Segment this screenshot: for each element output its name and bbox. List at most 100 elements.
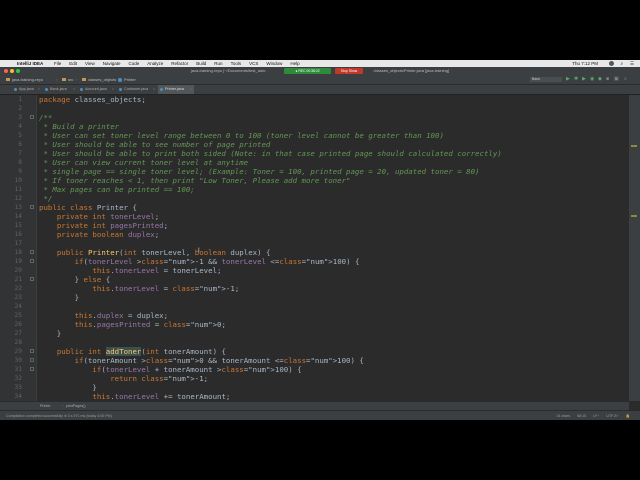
menubar-clock[interactable]: Thu 7:12 PM [572, 60, 598, 67]
code-text[interactable]: public class Printer { [39, 203, 137, 212]
code-line[interactable]: 28 [0, 338, 629, 347]
warning-marker[interactable] [631, 145, 637, 147]
code-line[interactable]: 31 if(tonerLevel + tonerAmount >class="n… [0, 365, 629, 374]
code-line[interactable]: 3 /** [0, 113, 629, 122]
line-number[interactable]: 22 [0, 284, 22, 293]
line-number[interactable]: 1 [0, 95, 22, 104]
code-text[interactable]: if(tonerLevel + tonerAmount >class="num"… [39, 365, 301, 374]
code-text[interactable]: this.duplex = duplex; [39, 311, 168, 320]
line-number[interactable]: 21 [0, 275, 22, 284]
fold-icon[interactable] [30, 367, 34, 371]
code-line[interactable]: 6 * User should be able to see number of… [0, 140, 629, 149]
code-line[interactable]: 26 this.pagesPrinted = class="num">0; [0, 320, 629, 329]
line-number[interactable]: 16 [0, 230, 22, 239]
code-line[interactable]: 11 * Max pages can be printed == 100; [0, 185, 629, 194]
line-number[interactable]: 11 [0, 185, 22, 194]
code-text[interactable]: * User can view current toner level at a… [39, 158, 248, 167]
code-line[interactable]: 2 [0, 104, 629, 113]
line-number[interactable]: 7 [0, 149, 22, 158]
code-text[interactable]: private int pagesPrinted; [39, 221, 168, 230]
code-line[interactable]: 15 private int pagesPrinted; [0, 221, 629, 230]
code-line[interactable]: 29 public int addToner(int tonerAmount) … [0, 347, 629, 356]
menu-window[interactable]: Window [266, 61, 282, 66]
nav-src[interactable]: src [62, 75, 73, 84]
spotlight-search-icon[interactable]: ⌕ [620, 60, 623, 67]
line-number[interactable]: 28 [0, 338, 22, 347]
error-stripe[interactable] [628, 95, 640, 401]
menu-tools[interactable]: Tools [231, 61, 242, 66]
lock-icon[interactable]: 🔓 [626, 414, 630, 418]
close-tab-icon[interactable]: × [112, 85, 114, 94]
search-everywhere-icon[interactable]: ⌕ [624, 77, 627, 82]
line-number[interactable]: 14 [0, 212, 22, 221]
line-number[interactable]: 32 [0, 374, 22, 383]
fold-icon[interactable] [30, 115, 34, 119]
code-line[interactable]: 25 this.duplex = duplex; [0, 311, 629, 320]
line-number[interactable]: 8 [0, 158, 22, 167]
nav-file[interactable]: Printer [118, 75, 136, 84]
menu-code[interactable]: Code [128, 61, 139, 66]
line-number[interactable]: 34 [0, 392, 22, 401]
file-encoding[interactable]: UTF-8÷ [606, 414, 618, 418]
line-number[interactable]: 10 [0, 176, 22, 185]
line-number[interactable]: 15 [0, 221, 22, 230]
stop-icon[interactable]: ■ [606, 77, 609, 82]
code-text[interactable]: * If toner reaches < 1, then print "Low … [39, 176, 350, 185]
debug-icon[interactable]: ✱ [574, 77, 578, 82]
code-text[interactable]: } [39, 293, 79, 302]
code-text[interactable]: this.tonerLevel = tonerLevel; [39, 266, 221, 275]
close-tab-icon[interactable]: × [153, 85, 155, 94]
code-line[interactable]: 5 * User can set toner level range betwe… [0, 131, 629, 140]
fold-icon[interactable] [30, 205, 34, 209]
code-line[interactable]: 9 * single page == single toner level; (… [0, 167, 629, 176]
code-line[interactable]: 4 * Build a printer [0, 122, 629, 131]
code-line[interactable]: 14 private int tonerLevel; [0, 212, 629, 221]
code-line[interactable]: 27 } [0, 329, 629, 338]
line-number[interactable]: 18 [0, 248, 22, 257]
breadcrumb-class[interactable]: Printer [40, 402, 51, 410]
menu-file[interactable]: File [54, 61, 61, 66]
recording-indicator[interactable]: ● REC 00:38:22 [284, 68, 331, 74]
warning-marker[interactable] [631, 215, 637, 217]
code-text[interactable]: public int addToner(int tonerAmount) { [39, 347, 226, 356]
code-line[interactable]: 1 package classes_objects; [0, 95, 629, 104]
menu-build[interactable]: Build [196, 61, 206, 66]
line-number[interactable]: 6 [0, 140, 22, 149]
code-line[interactable]: 16 private boolean duplex; [0, 230, 629, 239]
code-line[interactable]: 23 } [0, 293, 629, 302]
code-text[interactable]: package classes_objects; [39, 95, 146, 104]
close-tab-icon[interactable]: × [38, 85, 40, 94]
code-text[interactable]: } else { [39, 275, 111, 284]
line-number[interactable]: 9 [0, 167, 22, 176]
line-number[interactable]: 13 [0, 203, 22, 212]
code-line[interactable]: 22 this.tonerLevel = class="num">-1; [0, 284, 629, 293]
line-number[interactable]: 27 [0, 329, 22, 338]
code-text[interactable]: * single page == single toner level; (Ex… [39, 167, 479, 176]
menu-vcs[interactable]: VCS [249, 61, 258, 66]
menu-edit[interactable]: Edit [69, 61, 77, 66]
code-line[interactable]: 20 this.tonerLevel = tonerLevel; [0, 266, 629, 275]
tab-customer-java[interactable]: Customer.java × [117, 85, 157, 94]
code-line[interactable]: 19 if(tonerLevel >class="num">-1 && tone… [0, 257, 629, 266]
code-text[interactable]: private int tonerLevel; [39, 212, 159, 221]
line-number[interactable]: 24 [0, 302, 22, 311]
fold-icon[interactable] [30, 277, 34, 281]
code-area[interactable]: 1 package classes_objects; 2 3/** 4 * Build … [0, 95, 629, 401]
menu-run[interactable]: Run [214, 61, 222, 66]
code-text[interactable]: this.tonerLevel = class="num">-1; [39, 284, 239, 293]
code-text[interactable]: /** [39, 113, 52, 122]
code-line[interactable]: 21 } else { [0, 275, 629, 284]
code-text[interactable]: this.pagesPrinted = class="num">0; [39, 320, 226, 329]
menu-analyze[interactable]: Analyze [147, 61, 163, 66]
tab-printer-java[interactable]: Printer.java × [158, 85, 194, 94]
code-text[interactable]: if(tonerLevel >class="num">-1 && tonerLe… [39, 257, 360, 266]
code-text[interactable]: private boolean duplex; [39, 230, 159, 239]
code-text[interactable]: public Printer(int tonerLevel, boolean d… [39, 248, 271, 257]
code-text[interactable]: this.tonerLevel += tonerAmount; [39, 392, 230, 401]
close-tab-icon[interactable]: × [73, 85, 75, 94]
code-text[interactable]: return class="num">-1; [39, 374, 208, 383]
code-text[interactable]: */ [39, 194, 52, 203]
code-line[interactable]: 12 */ [0, 194, 629, 203]
tab-account-java[interactable]: Account.java × [78, 85, 116, 94]
code-text[interactable]: * User should be able to see number of p… [39, 140, 270, 149]
